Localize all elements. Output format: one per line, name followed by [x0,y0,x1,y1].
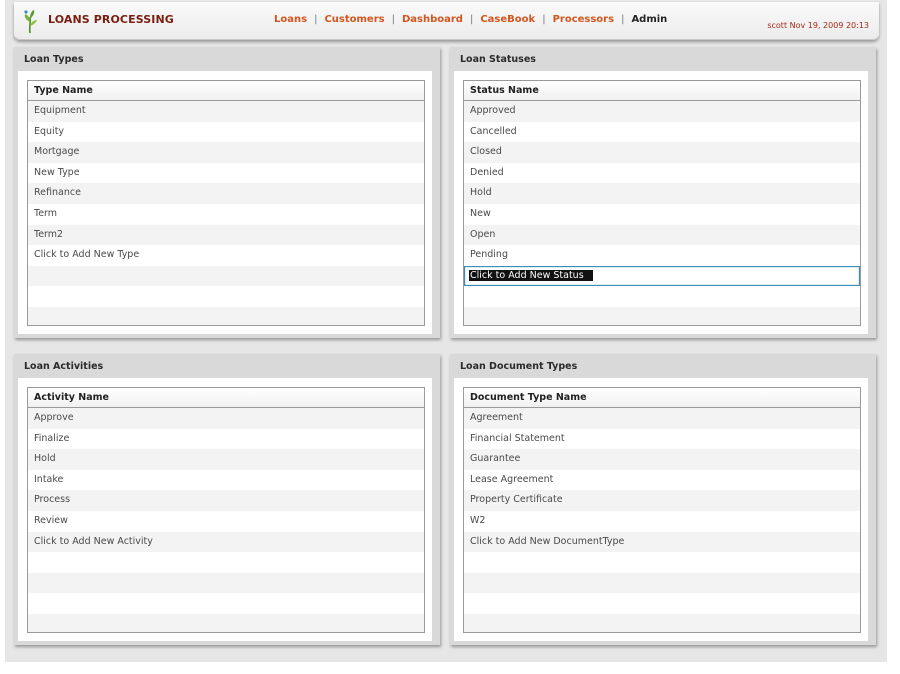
loan-statuses-grid: Status Name Approved Cancelled Closed De… [463,80,861,326]
nav-separator: | [621,14,625,25]
table-row[interactable]: New [464,203,860,225]
grid-rows: Equipment Equity Mortgage New Type Refin… [28,101,424,325]
loan-activities-grid: Activity Name Approve Finalize Hold Inta… [27,387,425,633]
grid-rows: Approve Finalize Hold Intake Process Rev… [28,408,424,632]
table-row[interactable]: Guarantee [464,449,860,470]
nav-separator: | [542,14,546,25]
table-row[interactable]: Equity [28,121,424,143]
table-row[interactable]: Property Certificate [464,490,860,511]
table-row[interactable]: Equipment [28,101,424,122]
nav-casebook[interactable]: CaseBook [480,14,535,25]
grid-rows: Approved Cancelled Closed Denied Hold Ne… [464,101,860,325]
panel-loan-activities: Loan Activities Activity Name Approve Fi… [14,354,440,645]
table-row[interactable]: Hold [464,183,860,204]
table-row[interactable]: Cancelled [464,121,860,143]
panel-body: Type Name Equipment Equity Mortgage New … [18,71,432,334]
add-new-type-row[interactable]: Click to Add New Type [28,245,424,266]
table-row[interactable]: Approved [464,101,860,122]
empty-row [464,572,860,594]
empty-row [28,286,424,307]
table-row[interactable]: Refinance [28,183,424,204]
loan-types-grid: Type Name Equipment Equity Mortgage New … [27,80,425,326]
table-row[interactable]: Hold [28,449,424,470]
nav-processors[interactable]: Processors [553,14,615,25]
empty-row [28,306,424,325]
empty-row [464,552,860,573]
panel-loan-types: Loan Types Type Name Equipment Equity Mo… [14,47,440,338]
empty-row [28,572,424,594]
panel-loan-statuses: Loan Statuses Status Name Approved Cance… [450,47,876,338]
table-row[interactable]: Mortgage [28,142,424,163]
table-row[interactable]: Closed [464,142,860,163]
main-nav: Loans | Customers | Dashboard | CaseBook… [274,14,667,25]
empty-row [464,593,860,614]
new-status-edit-row[interactable] [464,265,860,287]
table-row[interactable]: Review [28,510,424,532]
add-new-activity-row[interactable]: Click to Add New Activity [28,531,424,553]
table-row[interactable]: Agreement [464,408,860,429]
add-new-document-type-row[interactable]: Click to Add New DocumentType [464,531,860,553]
table-row[interactable]: Denied [464,162,860,184]
user-info: scott Nov 19, 2009 20:13 [767,21,869,30]
table-row[interactable]: W2 [464,510,860,532]
grid-rows: Agreement Financial Statement Guarantee … [464,408,860,632]
panel-title: Loan Statuses [460,54,536,65]
empty-row [28,552,424,573]
panel-body: Activity Name Approve Finalize Hold Inta… [18,378,432,641]
table-row[interactable]: Financial Statement [464,428,860,450]
brand-title: LOANS PROCESSING [48,13,174,26]
empty-row [28,265,424,287]
nav-separator: | [469,14,474,25]
grid-column-header[interactable]: Document Type Name [464,388,860,408]
grid-column-header[interactable]: Activity Name [28,388,424,408]
table-row[interactable]: Approve [28,408,424,429]
grid-column-header[interactable]: Type Name [28,81,424,101]
nav-separator: | [391,14,395,25]
empty-row [28,613,424,632]
table-row[interactable]: New Type [28,162,424,184]
empty-row [464,306,860,325]
header: LOANS PROCESSING Loans | Customers | Das… [14,2,879,40]
loan-document-types-grid: Document Type Name Agreement Financial S… [463,387,861,633]
empty-row [464,613,860,632]
grid-column-header[interactable]: Status Name [464,81,860,101]
nav-dashboard[interactable]: Dashboard [402,14,463,25]
table-row[interactable]: Pending [464,245,860,266]
table-row[interactable]: Lease Agreement [464,469,860,491]
table-row[interactable]: Intake [28,469,424,491]
nav-admin[interactable]: Admin [631,14,667,25]
panel-body: Status Name Approved Cancelled Closed De… [454,71,868,334]
nav-loans[interactable]: Loans [274,14,307,25]
nav-separator: | [314,14,318,25]
panel-body: Document Type Name Agreement Financial S… [454,378,868,641]
panel-title: Loan Types [24,54,84,65]
panel-title: Loan Activities [24,361,104,372]
table-row[interactable]: Term [28,203,424,225]
logo-icon [24,10,37,34]
table-row[interactable]: Open [464,224,860,246]
table-row[interactable]: Term2 [28,224,424,246]
table-row[interactable]: Finalize [28,428,424,450]
panel-loan-document-types: Loan Document Types Document Type Name A… [450,354,876,645]
table-row[interactable]: Process [28,490,424,511]
new-status-input[interactable] [469,269,593,281]
empty-row [464,286,860,307]
panel-title: Loan Document Types [460,361,578,372]
empty-row [28,593,424,614]
nav-customers[interactable]: Customers [324,14,384,25]
